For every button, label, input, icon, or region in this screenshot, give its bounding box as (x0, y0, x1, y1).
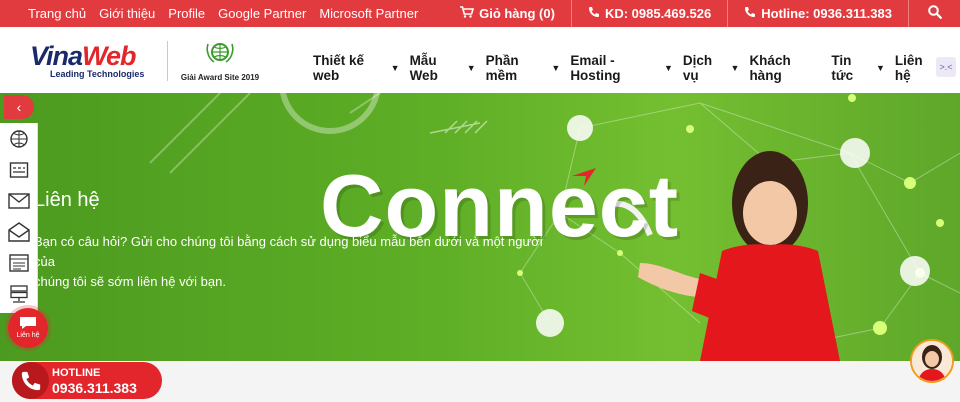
logo-divider (167, 41, 168, 81)
top-bar: Trang chủ Giới thiệu Profile Google Part… (0, 0, 960, 27)
left-quick-sidebar (0, 123, 38, 313)
menu-item-thiet-ke-web[interactable]: Thiết kế web ▼ (313, 53, 400, 83)
top-link-microsoft-partner[interactable]: Microsoft Partner (319, 6, 418, 21)
chat-icon (20, 317, 36, 329)
chevron-down-icon: ▼ (551, 63, 561, 73)
hotline-top-label: Hotline: 0936.311.383 (761, 6, 892, 21)
menu-label: Liên hệ (894, 53, 923, 83)
search-button[interactable] (908, 0, 960, 27)
hotline-phone-circle (12, 362, 49, 399)
main-menu: Thiết kế web ▼ Mẫu Web ▼ Phần mềm ▼ Email -… (313, 53, 960, 83)
phone-icon (588, 6, 600, 21)
chat-support-avatar[interactable] (910, 339, 954, 383)
hero-title: Liên hệ (34, 189, 100, 211)
menu-item-dich-vu[interactable]: Dịch vụ ▼ (683, 53, 740, 83)
top-right: Giỏ hàng (0) KD: 0985.469.526 Hotline: 0… (444, 0, 960, 27)
contact-float-button[interactable]: Liên hệ (8, 308, 48, 348)
award-badge: Giải Award Site 2019 (180, 40, 260, 82)
sidebar-item-email-marketing[interactable] (0, 216, 38, 247)
chevron-down-icon: ▼ (875, 63, 885, 73)
search-icon (927, 5, 942, 22)
menu-item-email-hosting[interactable]: Email - Hosting ▼ (570, 53, 673, 83)
hotline-link[interactable]: Hotline: 0936.311.383 (727, 0, 908, 27)
hotline-float-button[interactable]: HOTLINE 0936.311.383 (12, 362, 162, 399)
hero-banner: Connect Liên hệ Bạn có câu hỏi? Gửi cho … (0, 93, 960, 361)
menu-item-mau-web[interactable]: Mẫu Web ▼ (410, 53, 476, 83)
kd-label: KD: 0985.469.526 (604, 6, 712, 21)
browser-icon (9, 253, 29, 272)
award-label: Giải Award Site 2019 (180, 73, 260, 82)
mail-open-icon (8, 221, 30, 242)
server-icon (10, 284, 28, 303)
menu-label: Thiết kế web (313, 53, 365, 83)
menu-label: Phần mềm (485, 53, 519, 83)
sidebar-item-hosting[interactable] (0, 278, 38, 309)
top-link-google-partner[interactable]: Google Partner (218, 6, 306, 21)
sidebar-item-ads[interactable] (0, 154, 38, 185)
top-link-about[interactable]: Giới thiệu (99, 6, 155, 21)
chevron-down-icon: ▼ (390, 63, 400, 73)
kd-phone-link[interactable]: KD: 0985.469.526 (570, 0, 727, 27)
logo-name-part2: Web (82, 41, 137, 71)
ads-icon (9, 161, 29, 178)
hotline-float-number: 0936.311.383 (52, 380, 137, 396)
menu-item-khach-hang[interactable]: Khách hàng (749, 53, 821, 83)
logo-wordmark: VinaWeb (30, 41, 155, 71)
menu-item-phan-mem[interactable]: Phần mềm ▼ (486, 53, 561, 83)
cart-link[interactable]: Giỏ hàng (0) (444, 0, 571, 27)
menu-label: Dịch vụ (682, 53, 713, 83)
hotline-float-title: HOTLINE (52, 367, 101, 379)
top-link-home[interactable]: Trang chủ (28, 6, 86, 21)
chevron-down-icon: ▼ (664, 63, 673, 73)
globe-icon (10, 129, 28, 148)
sidebar-item-website[interactable] (0, 247, 38, 278)
hero-description: Bạn có câu hỏi? Gửi cho chúng tôi bằng c… (34, 232, 554, 292)
support-agent-avatar-icon (912, 341, 952, 381)
phone-icon (744, 6, 756, 21)
top-links: Trang chủ Giới thiệu Profile Google Part… (28, 6, 431, 21)
menu-label: Khách hàng (749, 53, 791, 83)
hero-description-line1: Bạn có câu hỏi? Gửi cho chúng tôi bằng c… (34, 234, 543, 269)
menu-item-tin-tuc[interactable]: Tin tức ▼ (831, 53, 885, 83)
sidebar-item-web[interactable] (0, 123, 38, 154)
chevron-down-icon: ▼ (730, 63, 740, 73)
translate-widget-icon[interactable]: >.< (936, 57, 956, 77)
chevron-down-icon: ▼ (466, 63, 476, 73)
sidebar-item-email[interactable] (0, 185, 38, 216)
contact-float-label: Liên hệ (16, 332, 40, 339)
top-link-profile[interactable]: Profile (168, 6, 205, 21)
sidebar-toggle-button[interactable]: ‹ (4, 95, 34, 119)
chevron-left-icon: ‹ (16, 99, 22, 115)
vinaweb-logo[interactable]: VinaWeb Leading Technologies (30, 43, 155, 83)
cart-label: Giỏ hàng (0) (479, 6, 555, 21)
menu-label: Tin tức (831, 53, 854, 83)
phone-icon (21, 371, 41, 391)
cart-icon (460, 6, 475, 21)
logo-tagline: Leading Technologies (50, 69, 145, 79)
menu-label: Email - Hosting (570, 53, 621, 83)
menu-label: Mẫu Web (409, 53, 438, 83)
award-globe-icon (206, 43, 234, 63)
mail-icon (8, 192, 30, 209)
logo-name-part1: Vina (30, 41, 83, 71)
hero-description-line2: chúng tôi sẽ sớm liên hệ với bạn. (34, 274, 226, 289)
main-navbar: VinaWeb Leading Technologies Giải Award … (0, 27, 960, 93)
